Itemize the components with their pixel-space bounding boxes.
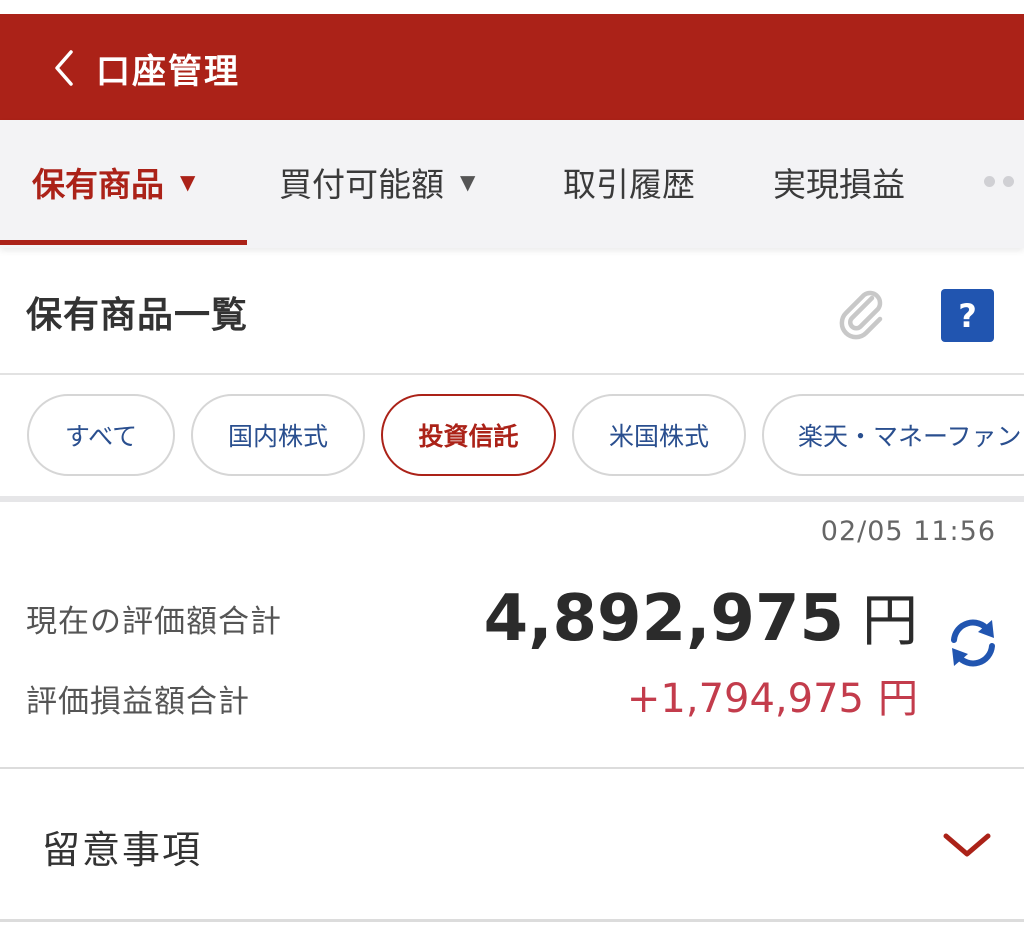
notes-title: 留意事項 <box>42 828 203 872</box>
tab-trade-history-label: 取引履歴 <box>563 165 695 204</box>
total-value: 4,892,975 円 <box>484 576 918 657</box>
paperclip-icon <box>839 290 883 340</box>
active-tab-indicator <box>0 240 247 245</box>
notes-accordion[interactable]: 留意事項 <box>0 771 1024 919</box>
chevron-down-icon <box>943 833 991 857</box>
tab-holdings-label: 保有商品 <box>32 165 164 204</box>
tab-bar: 保有商品 ▼ 買付可能額 ▼ 取引履歴 実現損益 <box>0 120 1024 248</box>
tab-buying-power-label: 買付可能額 <box>279 165 444 204</box>
divider <box>0 373 1024 375</box>
help-icon: ? <box>958 296 977 335</box>
filter-chip-domestic-stocks[interactable]: 国内株式 <box>191 394 365 476</box>
back-button[interactable] <box>44 48 84 88</box>
filter-chip-money-fund[interactable]: 楽天・マネーファン <box>762 394 1024 476</box>
status-strip <box>0 0 1024 14</box>
currency-unit: 円 <box>862 589 918 654</box>
page-title: 口座管理 <box>96 52 240 92</box>
app-header: 口座管理 <box>0 14 1024 120</box>
back-chevron-icon <box>55 50 73 86</box>
unrealized-gain-amount: +1,794,975 <box>626 676 864 722</box>
currency-unit: 円 <box>878 676 918 722</box>
filter-chip-us-stocks[interactable]: 米国株式 <box>572 394 746 476</box>
more-tabs-indicator[interactable] <box>984 176 1014 190</box>
divider <box>0 496 1024 502</box>
tab-realized-pl[interactable]: 実現損益 <box>773 120 905 244</box>
total-value-amount: 4,892,975 <box>483 582 844 656</box>
filter-chip-all[interactable]: すべて <box>27 394 175 476</box>
divider <box>0 767 1024 769</box>
refresh-icon <box>951 619 995 667</box>
tab-buying-power[interactable]: 買付可能額 ▼ <box>279 120 475 244</box>
refresh-button[interactable] <box>944 614 1002 672</box>
tab-trade-history[interactable]: 取引履歴 <box>563 120 695 244</box>
more-dot <box>984 176 995 187</box>
divider <box>0 919 1024 922</box>
caret-down-icon: ▼ <box>180 170 196 194</box>
help-button[interactable]: ? <box>941 289 994 342</box>
caret-down-icon: ▼ <box>460 170 476 194</box>
tab-holdings[interactable]: 保有商品 ▼ <box>32 120 195 244</box>
clip-button[interactable] <box>832 284 892 344</box>
unrealized-gain: +1,794,975 円 <box>627 666 918 724</box>
tab-realized-pl-label: 実現損益 <box>773 165 905 204</box>
unrealized-gain-label: 評価損益額合計 <box>26 684 250 720</box>
updated-timestamp: 02/05 11:56 <box>820 516 996 547</box>
section-title: 保有商品一覧 <box>26 295 249 336</box>
more-dot <box>1003 176 1014 187</box>
filter-chip-mutual-funds[interactable]: 投資信託 <box>381 394 556 476</box>
total-value-label: 現在の評価額合計 <box>26 604 282 640</box>
